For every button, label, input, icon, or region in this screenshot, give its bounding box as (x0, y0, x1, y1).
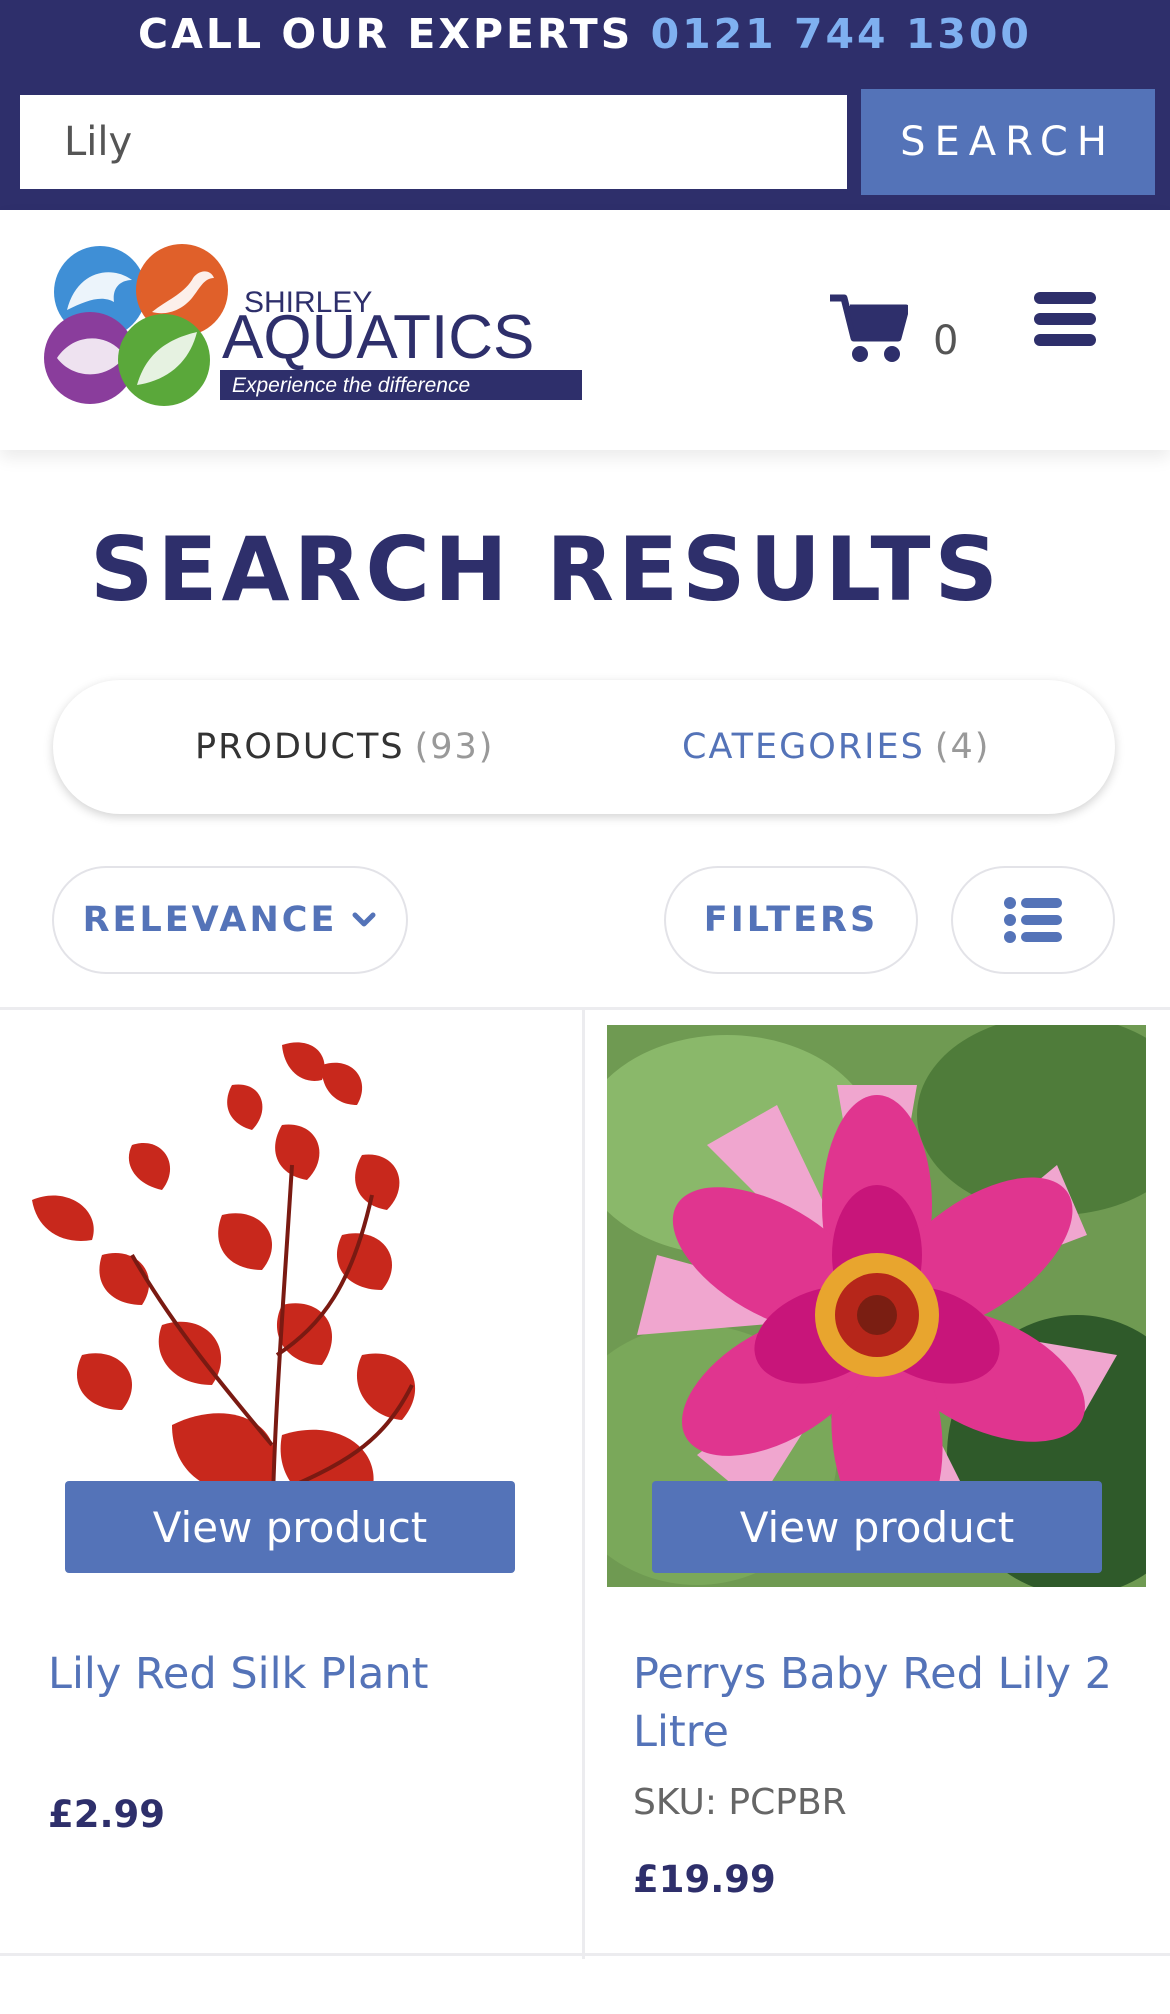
sort-dropdown[interactable]: RELEVANCE (52, 866, 408, 974)
search-input-value: Lily (64, 119, 133, 165)
chevron-down-icon (352, 912, 376, 927)
hamburger-menu-icon[interactable] (1034, 292, 1096, 346)
product-price: £19.99 (633, 1858, 776, 1901)
grid-divider-top (0, 1007, 1170, 1010)
result-tabs: PRODUCTS (93) CATEGORIES (4) (53, 680, 1115, 814)
page-title: SEARCH RESULTS (90, 518, 1002, 621)
list-view-icon (1004, 897, 1062, 943)
tab-categories-label: CATEGORIES (682, 727, 925, 767)
product-sku: SKU: PCPBR (633, 1782, 847, 1823)
tab-products-label: PRODUCTS (195, 727, 405, 767)
call-banner: CALL OUR EXPERTS 0121 744 1300 (0, 10, 1170, 58)
tab-products-count: (93) (414, 727, 495, 767)
site-header: SHIRLEY AQUATICS Experience the differen… (0, 210, 1170, 450)
grid-divider-bottom (0, 1953, 1170, 1956)
sort-label: RELEVANCE (82, 900, 338, 940)
phone-link[interactable]: 0121 744 1300 (651, 10, 1032, 58)
grid-divider-middle (582, 1009, 585, 1959)
site-logo[interactable]: SHIRLEY AQUATICS Experience the differen… (32, 240, 592, 410)
search-button[interactable]: SEARCH (861, 89, 1155, 195)
product-name-link[interactable]: Lily Red Silk Plant (48, 1645, 548, 1703)
logo-tagline: Experience the difference (232, 374, 470, 397)
tab-products[interactable]: PRODUCTS (93) (195, 680, 494, 814)
search-input[interactable]: Lily (20, 95, 847, 189)
cart-count: 0 (933, 318, 959, 364)
view-product-button[interactable]: View product (652, 1481, 1102, 1573)
filters-button[interactable]: FILTERS (664, 866, 918, 974)
list-view-toggle[interactable] (951, 866, 1115, 974)
view-product-button[interactable]: View product (65, 1481, 515, 1573)
tab-categories-count: (4) (934, 727, 991, 767)
product-price: £2.99 (48, 1793, 166, 1836)
logo-text-aquatics: AQUATICS (222, 303, 534, 372)
product-name-link[interactable]: Perrys Baby Red Lily 2 Litre (633, 1645, 1133, 1761)
top-bar: CALL OUR EXPERTS 0121 744 1300 Lily SEAR… (0, 0, 1170, 210)
cart-icon[interactable] (828, 292, 910, 364)
call-text: CALL OUR EXPERTS (138, 10, 634, 58)
tab-categories[interactable]: CATEGORIES (4) (682, 680, 990, 814)
